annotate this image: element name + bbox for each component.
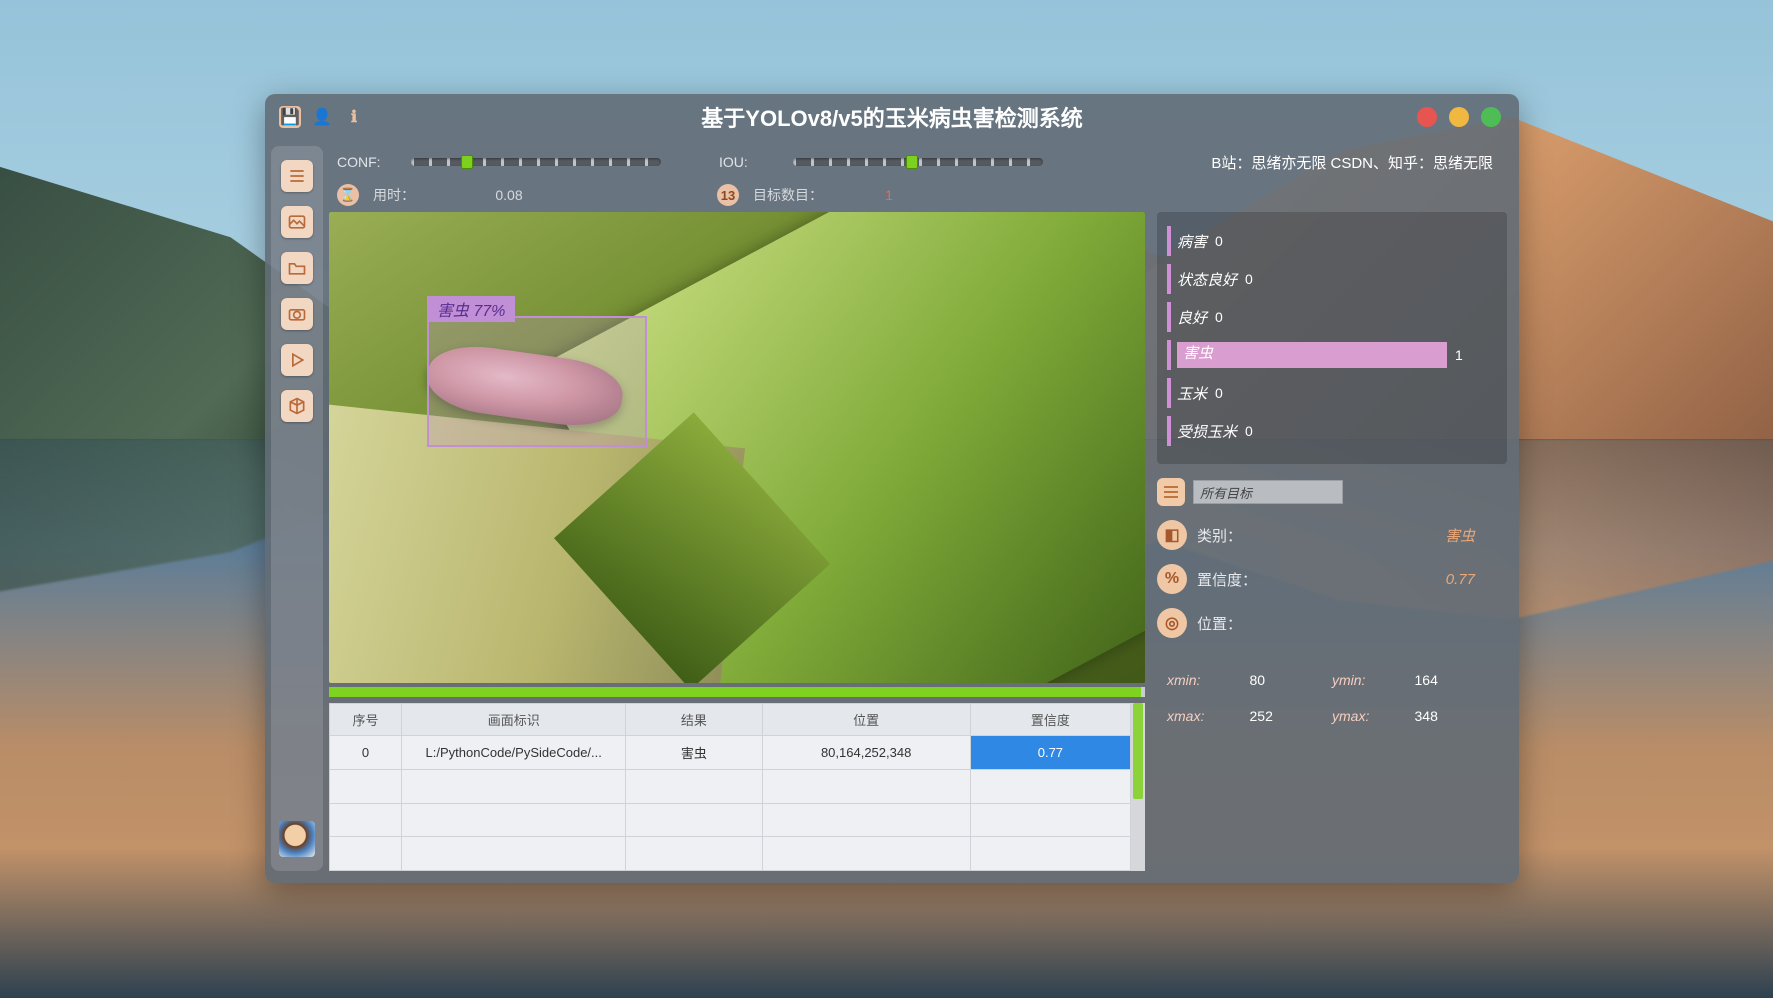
bbox-label: 害虫 77% [427, 296, 515, 322]
table-scrollbar[interactable] [1131, 703, 1145, 871]
window-minimize-button[interactable] [1449, 107, 1469, 127]
titlebar: 💾 👤 ℹ 基于YOLOv8/v5的玉米病虫害检测系统 [265, 94, 1519, 140]
user-avatar[interactable] [279, 821, 315, 857]
app-window: 💾 👤 ℹ 基于YOLOv8/v5的玉米病虫害检测系统 [265, 94, 1519, 883]
list-icon [1157, 478, 1185, 506]
ymax-value: 348 [1415, 708, 1498, 724]
attribution-text: B站：思绪亦无限 CSDN、知乎：思绪无限 [1211, 152, 1499, 173]
detection-image[interactable]: 害虫 77% [329, 212, 1145, 683]
th-class[interactable]: 结果 [626, 704, 762, 736]
time-label: 用时： [373, 185, 455, 205]
category-icon: ◧ [1157, 520, 1187, 550]
confidence-value: 0.77 [1446, 571, 1475, 588]
info-icon[interactable]: ℹ [343, 106, 365, 128]
confidence-label: 置信度： [1197, 569, 1257, 590]
sidebar-list-icon[interactable] [281, 160, 313, 192]
confidence-icon: % [1157, 564, 1187, 594]
cell-conf: 0.77 [970, 736, 1130, 770]
detection-bbox: 害虫 77% [427, 316, 647, 448]
cell-frame: L:/PythonCode/PySideCode/... [402, 736, 626, 770]
iou-slider[interactable] [793, 158, 1043, 166]
conf-slider[interactable] [411, 158, 661, 166]
xmax-label: xmax: [1167, 708, 1250, 724]
class-row: 病害0 [1167, 222, 1495, 260]
th-frame[interactable]: 画面标识 [402, 704, 626, 736]
ymin-value: 164 [1415, 672, 1498, 688]
sidebar-folder-icon[interactable] [281, 252, 313, 284]
th-conf[interactable]: 置信度 [970, 704, 1130, 736]
class-row: 害虫1 [1167, 336, 1495, 374]
time-value: 0.08 [469, 187, 549, 203]
cell-pos: 80,164,252,348 [762, 736, 970, 770]
sidebar-cube-icon[interactable] [281, 390, 313, 422]
timer-icon: ⌛ [337, 184, 359, 206]
save-icon[interactable]: 💾 [279, 106, 301, 128]
class-row: 良好0 [1167, 298, 1495, 336]
playback-progress[interactable] [329, 687, 1145, 697]
class-row: 玉米0 [1167, 374, 1495, 412]
iou-label: IOU: [719, 154, 779, 170]
table-row [330, 803, 1131, 837]
class-row: 受损玉米0 [1167, 412, 1495, 450]
desktop-wallpaper: 💾 👤 ℹ 基于YOLOv8/v5的玉米病虫害检测系统 [0, 0, 1773, 998]
window-close-button[interactable] [1417, 107, 1437, 127]
target-select-input[interactable] [1193, 480, 1343, 504]
sidebar-camera-icon[interactable] [281, 298, 313, 330]
th-index[interactable]: 序号 [330, 704, 402, 736]
th-pos[interactable]: 位置 [762, 704, 970, 736]
category-label: 类别： [1197, 525, 1257, 546]
xmin-value: 80 [1250, 672, 1333, 688]
count-label: 目标数目： [753, 185, 835, 205]
results-table: 序号 画面标识 结果 位置 置信度 0 L:/PythonCode/P [329, 703, 1145, 871]
ymin-label: ymin: [1332, 672, 1415, 688]
table-row [330, 769, 1131, 803]
conf-label: CONF: [337, 154, 397, 170]
cell-index: 0 [330, 736, 402, 770]
class-row: 状态良好0 [1167, 260, 1495, 298]
coordinates-block: xmin: 80 ymin: 164 xmax: 252 ymax: 348 [1157, 652, 1507, 744]
ymax-label: ymax: [1332, 708, 1415, 724]
location-icon: ◎ [1157, 608, 1187, 638]
app-title: 基于YOLOv8/v5的玉米病虫害检测系统 [265, 101, 1519, 133]
user-icon[interactable]: 👤 [311, 106, 333, 128]
window-maximize-button[interactable] [1481, 107, 1501, 127]
location-label: 位置： [1197, 613, 1257, 634]
sidebar [271, 146, 323, 871]
target-selector [1157, 478, 1507, 506]
sidebar-image-icon[interactable] [281, 206, 313, 238]
count-icon: 13 [717, 184, 739, 206]
main-panel: CONF: IOU: B站：思绪亦无限 CSDN、知乎：思绪无限 ⌛ 用时： 0… [329, 146, 1507, 871]
count-value: 1 [849, 187, 929, 203]
xmax-value: 252 [1250, 708, 1333, 724]
table-row[interactable]: 0 L:/PythonCode/PySideCode/... 害虫 80,164… [330, 736, 1131, 770]
sidebar-play-icon[interactable] [281, 344, 313, 376]
table-row [330, 837, 1131, 871]
xmin-label: xmin: [1167, 672, 1250, 688]
category-value: 害虫 [1445, 525, 1475, 546]
class-count-chart: 病害0状态良好0良好0害虫1玉米0受损玉米0 [1157, 212, 1507, 464]
cell-class: 害虫 [626, 736, 762, 770]
